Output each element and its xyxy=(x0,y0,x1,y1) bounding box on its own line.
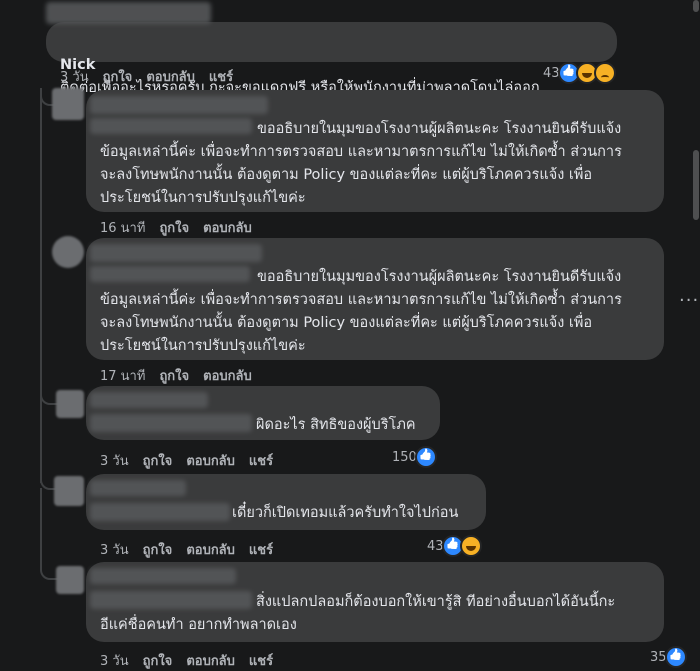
thread-line xyxy=(40,488,42,568)
share-button[interactable]: แชร์ xyxy=(249,450,273,471)
like-icon xyxy=(664,646,687,668)
avatar[interactable] xyxy=(52,88,84,120)
reply-button[interactable]: ตอบกลับ xyxy=(203,365,252,386)
reply-button[interactable]: ตอบกลับ xyxy=(186,539,235,560)
redacted-name xyxy=(46,2,211,24)
share-button[interactable]: แชร์ xyxy=(249,539,273,560)
comment-time[interactable]: 3 วัน xyxy=(100,650,129,671)
redacted-name xyxy=(90,480,186,496)
comment-text: ขออธิบายในมุมของโรงงานผู้ผลิตนะคะ โรงงาน… xyxy=(100,121,622,206)
comment-actions: 3 วัน ถูกใจ ตอบกลับ แชร์ xyxy=(100,539,287,560)
redacted-name xyxy=(90,414,252,432)
comment-text: เดี๋ยวก็เปิดเทอมแล้วครับทำใจไปก่อน xyxy=(232,505,459,521)
comment-text: ขออธิบายในมุมของโรงงานผู้ผลิตนะคะ โรงงาน… xyxy=(100,269,622,354)
redacted-name xyxy=(90,503,230,521)
comment-time[interactable]: 3 วัน xyxy=(100,450,129,471)
comment-text: ผิดอะไร สิทธิของผู้บริโภค xyxy=(256,417,416,433)
reply-button[interactable]: ตอบกลับ xyxy=(186,450,235,471)
avatar[interactable] xyxy=(56,566,84,594)
more-options-icon[interactable]: ··· xyxy=(679,290,699,311)
sad-icon xyxy=(593,62,616,84)
comment-actions: 17 นาที ถูกใจ ตอบกลับ xyxy=(100,365,266,386)
redacted-name xyxy=(90,244,262,262)
like-button[interactable]: ถูกใจ xyxy=(143,650,173,671)
like-button[interactable]: ถูกใจ xyxy=(159,365,189,386)
comment-time[interactable]: 16 นาที xyxy=(100,217,145,238)
scrollbar-thumb[interactable] xyxy=(693,0,699,12)
comment-actions: 3 วัน ถูกใจ ตอบกลับ แชร์ xyxy=(60,66,247,87)
reply-button[interactable]: ตอบกลับ xyxy=(186,650,235,671)
comment-text: สิ่งแปลกปลอมก็ต้องบอกให้เขารู้สิ ทีอย่าง… xyxy=(100,594,616,633)
comment-time[interactable]: 3 วัน xyxy=(60,66,89,87)
like-button[interactable]: ถูกใจ xyxy=(159,217,189,238)
redacted-name xyxy=(90,96,268,114)
avatar[interactable] xyxy=(52,236,84,268)
comment-actions: 16 นาที ถูกใจ ตอบกลับ xyxy=(100,217,266,238)
avatar[interactable] xyxy=(54,476,84,506)
scrollbar-thumb[interactable] xyxy=(693,150,699,220)
redacted-name xyxy=(90,392,208,408)
reply-button[interactable]: ตอบกลับ xyxy=(203,217,252,238)
like-button[interactable]: ถูกใจ xyxy=(143,450,173,471)
haha-icon xyxy=(459,535,482,557)
reaction-summary[interactable]: 150 xyxy=(392,446,437,468)
reaction-summary[interactable]: 43 xyxy=(543,62,616,84)
reply-button[interactable]: ตอบกลับ xyxy=(146,66,195,87)
reaction-count: 150 xyxy=(392,449,417,465)
reaction-summary[interactable]: 35 xyxy=(650,646,687,668)
comment-time[interactable]: 17 นาที xyxy=(100,365,145,386)
redacted-name xyxy=(90,568,236,584)
comment-time[interactable]: 3 วัน xyxy=(100,539,129,560)
share-button[interactable]: แชร์ xyxy=(249,650,273,671)
comment-actions: 3 วัน ถูกใจ ตอบกลับ แชร์ xyxy=(100,650,287,671)
like-button[interactable]: ถูกใจ xyxy=(103,66,133,87)
comment-actions: 3 วัน ถูกใจ ตอบกลับ แชร์ xyxy=(100,450,287,471)
reaction-summary[interactable]: 43 xyxy=(427,535,482,557)
like-button[interactable]: ถูกใจ xyxy=(143,539,173,560)
share-button[interactable]: แชร์ xyxy=(209,66,233,87)
thread-line xyxy=(40,88,42,483)
like-icon xyxy=(414,446,437,468)
avatar[interactable] xyxy=(56,390,84,418)
